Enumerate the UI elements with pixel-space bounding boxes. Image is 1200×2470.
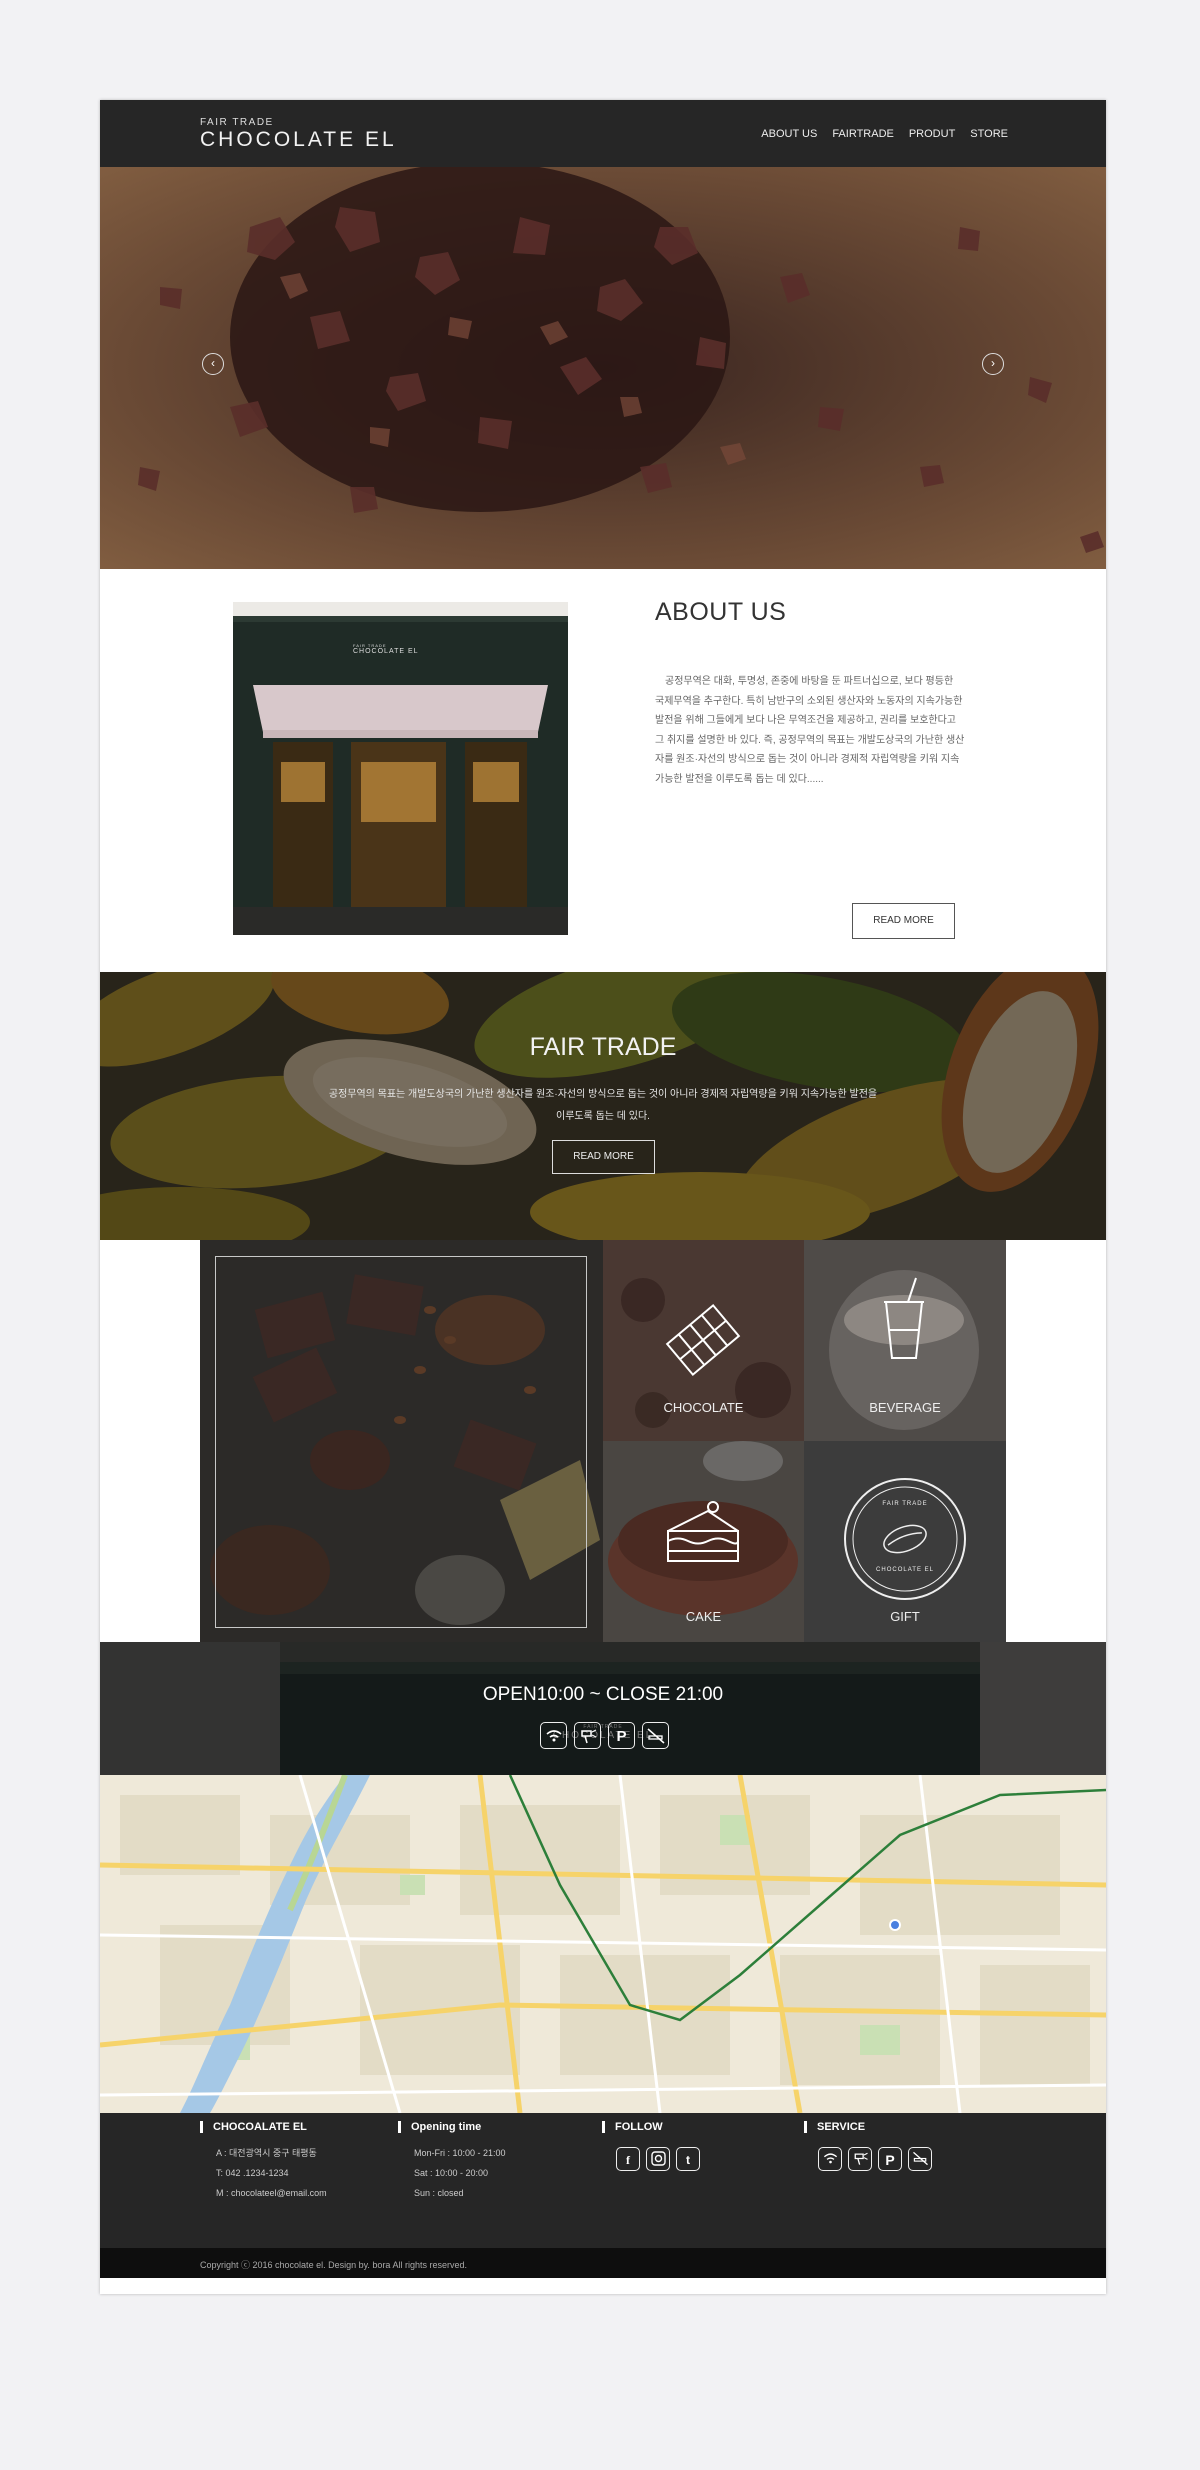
social-icons: f t — [602, 2147, 700, 2171]
product-feature-image — [200, 1240, 603, 1642]
footer-hours-saturday: Sat : 10:00 - 20:00 — [414, 2168, 489, 2178]
instagram-icon[interactable] — [646, 2147, 670, 2171]
footer-opening-heading: Opening time — [398, 2121, 506, 2133]
nav-store[interactable]: STORE — [970, 128, 1008, 140]
about-read-more-button[interactable]: READ MORE — [852, 903, 955, 939]
slider-next-button[interactable]: › — [982, 353, 1004, 375]
no-smoking-icon — [908, 2147, 932, 2171]
nav-product[interactable]: PRODUT — [909, 128, 955, 140]
store-front-image: FAIR TRADE CHOCOLATE EL — [233, 602, 568, 935]
location-pin-icon — [889, 1919, 901, 1931]
logo-tagline[interactable]: FAIR TRADE — [200, 117, 274, 128]
footer-hours-sunday: Sun : closed — [414, 2188, 464, 2198]
footer-contact-heading: CHOCOALATE EL — [200, 2121, 327, 2133]
footer-follow-heading: FOLLOW — [602, 2121, 700, 2133]
page: FAIR TRADE CHOCOLATE EL ABOUT US FAIRTRA… — [100, 100, 1106, 2294]
product-beverage-label: BEVERAGE — [869, 1400, 941, 1415]
gift-badge-tagline: FAIR TRADE — [882, 1501, 928, 1507]
product-chocolate-label: CHOCOLATE — [663, 1400, 744, 1415]
gift-badge-brand: CHOCOLATE EL — [876, 1567, 934, 1573]
product-feature-frame — [215, 1256, 587, 1628]
footer-opening-time: Opening time Mon-Fri : 10:00 - 21:00 Sat… — [398, 2121, 506, 2199]
parking-icon: P — [608, 1722, 635, 1749]
fair-trade-title: FAIR TRADE — [529, 1033, 677, 1061]
product-gift-label: GIFT — [890, 1609, 920, 1624]
hairdryer-icon — [848, 2147, 872, 2171]
opening-hours-banner — [100, 1642, 1106, 1775]
store-sign: CHOCOLATE EL — [353, 648, 419, 655]
logo[interactable]: CHOCOLATE EL — [200, 128, 397, 152]
fair-trade-read-more-button[interactable]: READ MORE — [552, 1140, 655, 1174]
parking-icon: P — [878, 2147, 902, 2171]
copyright-text: Copyright ⓒ 2016 chocolate el. Design by… — [200, 2260, 467, 2270]
footer-service-heading: SERVICE — [804, 2121, 932, 2133]
copyright-bar: Copyright ⓒ 2016 chocolate el. Design by… — [100, 2248, 1106, 2278]
nav-about-us[interactable]: ABOUT US — [761, 128, 817, 140]
about-title: ABOUT US — [655, 598, 787, 626]
storefront-background-image — [100, 1642, 1106, 1775]
main-nav: ABOUT US FAIRTRADE PRODUT STORE — [761, 128, 1008, 140]
product-beverage[interactable]: BEVERAGE — [804, 1240, 1006, 1441]
gift-badge-icon — [883, 1524, 927, 1554]
hairdryer-icon — [574, 1722, 601, 1749]
hours-service-icons: P — [540, 1722, 669, 1749]
wifi-icon — [540, 1722, 567, 1749]
footer-service: SERVICE P — [804, 2121, 932, 2171]
product-chocolate[interactable]: CHOCOLATE — [603, 1240, 804, 1441]
footer-follow: FOLLOW f t — [602, 2121, 700, 2171]
slider-prev-button[interactable]: ‹ — [202, 353, 224, 375]
nav-fairtrade[interactable]: FAIRTRADE — [832, 128, 894, 140]
site-header: FAIR TRADE CHOCOLATE EL ABOUT US FAIRTRA… — [100, 100, 1106, 167]
no-smoking-icon — [642, 1722, 669, 1749]
product-cake[interactable]: CAKE — [603, 1441, 804, 1642]
facebook-icon[interactable]: f — [616, 2147, 640, 2171]
product-grid: CHOCOLATE BEVERAGE CAKE FAIR TRADE CHOCO… — [200, 1240, 1006, 1642]
map-image — [100, 1775, 1106, 2113]
fair-trade-text: 공정무역의 목표는 개발도상국의 가난한 생산자를 원조·자선의 방식으로 돕는… — [100, 1084, 1106, 1128]
cocoa-nibs-image — [100, 167, 1106, 569]
footer-hours-weekday: Mon-Fri : 10:00 - 21:00 — [414, 2148, 506, 2158]
fair-trade-text-line1: 공정무역의 목표는 개발도상국의 가난한 생산자를 원조·자선의 방식으로 돕는… — [328, 1089, 878, 1100]
opening-hours: OPEN10:00 ~ CLOSE 21:00 — [482, 1684, 724, 1705]
hero-slider: ‹ › — [100, 167, 1106, 569]
twitter-icon[interactable]: t — [676, 2147, 700, 2171]
wifi-icon — [818, 2147, 842, 2171]
service-icons: P — [804, 2147, 932, 2171]
about-text: 공정무역은 대화, 투명성, 존중에 바탕을 둔 파트너십으로, 보다 평등한 … — [655, 676, 965, 785]
product-cake-label: CAKE — [685, 1609, 722, 1624]
footer-contact: CHOCOALATE EL A : 대전광역시 중구 태평동 T: 042 .1… — [200, 2121, 327, 2199]
location-map[interactable] — [100, 1775, 1106, 2113]
footer-email[interactable]: M : chocolateel@email.com — [200, 2187, 327, 2199]
footer-address: A : 대전광역시 중구 태평동 — [216, 2148, 317, 2158]
footer-phone: T: 042 .1234-1234 — [216, 2168, 289, 2178]
product-gift[interactable]: FAIR TRADE CHOCOLATE EL GIFT — [804, 1441, 1006, 1642]
fair-trade-text-line2: 이루도록 돕는 데 있다. — [556, 1111, 650, 1122]
